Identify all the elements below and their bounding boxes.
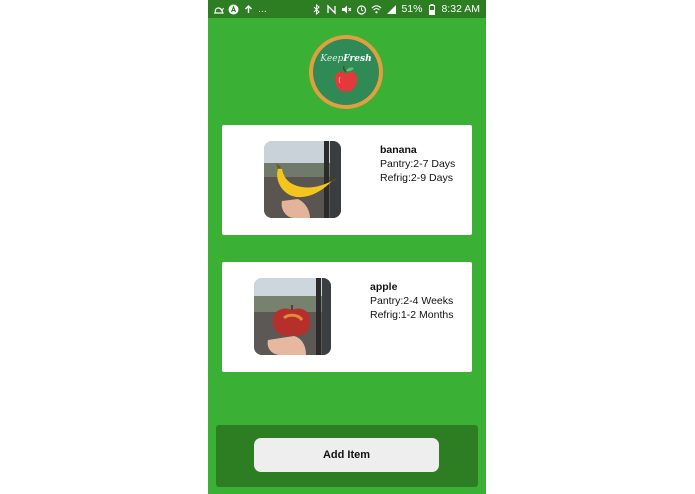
status-bar: ... 51% 8:32 AM (208, 0, 486, 18)
status-dots: ... (258, 3, 267, 15)
clock: 8:32 AM (441, 3, 480, 15)
a-circle-icon (228, 4, 239, 15)
pantry-duration: Pantry:2-7 Days (380, 158, 456, 170)
logo-text-fresh: Fresh (343, 54, 372, 64)
apple-icon (334, 65, 358, 92)
pantry-duration: Pantry:2-4 Weeks (370, 295, 454, 307)
snail-icon (213, 4, 224, 15)
wifi-icon (371, 4, 382, 15)
refrigerator-duration: Refrig:1-2 Months (370, 309, 454, 321)
banana-photo (264, 141, 341, 218)
item-card-banana[interactable]: banana Pantry:2-7 Days Refrig:2-9 Days (222, 125, 472, 235)
signal-icon (386, 4, 397, 15)
nfc-icon (326, 3, 337, 15)
bottom-bar: Add Item (216, 425, 478, 487)
item-name: apple (370, 281, 398, 293)
refrigerator-duration: Refrig:2-9 Days (380, 172, 453, 184)
apple-info: apple Pantry:2-4 Weeks Refrig:1-2 Months (370, 280, 453, 322)
keepfresh-logo: KeepFresh (309, 35, 383, 109)
bluetooth-icon (311, 3, 322, 15)
battery-icon (426, 3, 437, 15)
status-bar-right: 51% 8:32 AM (311, 3, 480, 15)
mute-icon (341, 4, 352, 15)
logo-badge: KeepFresh (313, 39, 379, 105)
apple-photo (254, 278, 331, 355)
status-bar-left: ... (213, 3, 267, 15)
upload-icon (243, 4, 254, 15)
logo-text: KeepFresh (313, 54, 379, 64)
logo-text-keep: Keep (320, 54, 344, 64)
alarm-icon (356, 4, 367, 15)
banana-info: banana Pantry:2-7 Days Refrig:2-9 Days (380, 143, 455, 185)
app-screen: ... 51% 8:32 AM KeepFresh banana Pantry:… (208, 0, 486, 494)
add-item-button[interactable]: Add Item (254, 438, 439, 472)
battery-percent: 51% (401, 3, 423, 15)
item-name: banana (380, 144, 417, 156)
item-card-apple[interactable]: apple Pantry:2-4 Weeks Refrig:1-2 Months (222, 262, 472, 372)
